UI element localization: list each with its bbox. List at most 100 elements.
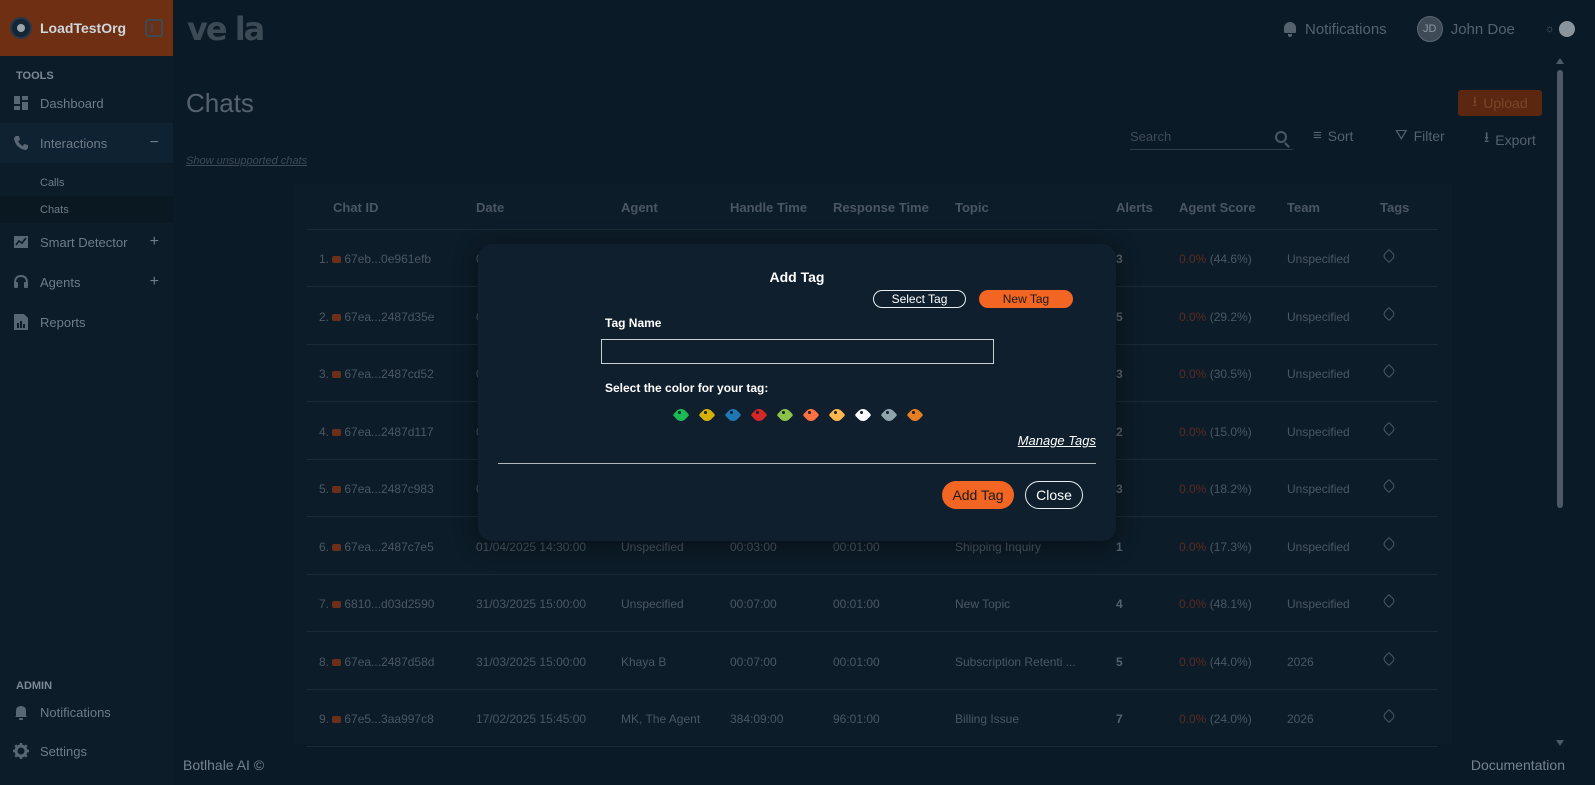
upload-button[interactable]: ⭳ Upload — [1458, 90, 1542, 116]
chat-icon — [332, 716, 342, 723]
table-row[interactable]: 7. 6810...d03d2590 31/03/2025 15:00:00 Uns… — [307, 575, 1438, 632]
table-row[interactable]: 9. 67e5...3aa997c8 17/02/2025 15:45:00 MK,… — [307, 690, 1438, 747]
handle-time-cell: 00:07:00 — [730, 597, 777, 611]
column-header[interactable]: Handle Time — [730, 200, 807, 215]
color-swatch-tag-icon[interactable] — [828, 406, 846, 424]
chat-id: 67eb...0e961efb — [344, 252, 432, 266]
tag-hole — [782, 411, 785, 414]
footer-copyright: Botlhale AI © — [183, 757, 265, 773]
sidebar-item-agents[interactable]: Agents + — [0, 262, 173, 302]
tag-icon — [672, 406, 690, 424]
column-header[interactable]: Team — [1287, 200, 1320, 215]
theme-toggle[interactable]: ☼ — [1545, 21, 1575, 37]
sidebar-item-smart-detector[interactable]: Smart Detector + — [0, 222, 173, 262]
handle-time-cell: 00:03:00 — [730, 539, 777, 554]
tag-icon[interactable] — [1381, 708, 1397, 724]
scroll-down-icon[interactable] — [1556, 740, 1564, 746]
column-header[interactable]: Agent — [621, 200, 658, 215]
tag-hole — [834, 411, 837, 414]
sidebar-subitem-chats[interactable]: Chats — [0, 196, 173, 223]
select-tag-button[interactable]: Select Tag — [873, 290, 966, 308]
tag-icon[interactable] — [1381, 536, 1397, 551]
expand-icon[interactable]: + — [150, 233, 159, 251]
sidebar-item-reports[interactable]: Reports — [0, 302, 173, 342]
column-header[interactable]: Response Time — [833, 200, 929, 215]
column-header[interactable]: Date — [476, 200, 504, 215]
page-scrollbar[interactable] — [1555, 58, 1565, 746]
tag-name-input[interactable] — [601, 339, 994, 364]
color-swatch-tag-icon[interactable] — [906, 406, 924, 424]
tags-cell[interactable] — [1381, 708, 1397, 724]
notifications-button[interactable]: Notifications — [1283, 21, 1387, 38]
org-switcher[interactable]: LoadTestOrg — [0, 0, 173, 56]
tags-cell[interactable] — [1381, 248, 1397, 264]
tags-cell[interactable] — [1381, 593, 1397, 609]
agent-score-cell: 0.0% (44.0%) — [1179, 655, 1252, 669]
expand-icon[interactable]: + — [150, 273, 159, 291]
export-button[interactable]: ⭳ Export — [1484, 127, 1536, 152]
column-header[interactable]: Agent Score — [1179, 200, 1256, 215]
search-input[interactable]: Search — [1130, 124, 1293, 150]
chat-id-cell[interactable]: 6. 67ea...2487c7e5 — [319, 540, 434, 554]
download-icon: ⭳ — [1484, 129, 1490, 146]
tags-cell[interactable] — [1381, 306, 1397, 322]
chat-id: 67e5...3aa997c8 — [344, 712, 434, 726]
new-tag-button[interactable]: New Tag — [979, 290, 1073, 308]
scroll-up-icon[interactable] — [1556, 58, 1564, 64]
filter-button[interactable]: ⛛ Filter — [1395, 127, 1445, 144]
chat-id-cell[interactable]: 9. 67e5...3aa997c8 — [319, 712, 434, 726]
tags-cell[interactable] — [1381, 363, 1397, 379]
user-menu[interactable]: JD John Doe — [1416, 16, 1515, 42]
color-swatch-tag-icon[interactable] — [698, 406, 716, 424]
scroll-thumb[interactable] — [1557, 70, 1563, 508]
color-swatch-tag-icon[interactable] — [672, 406, 690, 424]
chart-icon — [12, 233, 30, 251]
chat-id-cell[interactable]: 4. 67ea...2487d117 — [319, 425, 434, 439]
column-header[interactable]: Alerts — [1116, 200, 1153, 215]
sidebar-item-label: Agents — [40, 274, 81, 290]
color-swatch-tag-icon[interactable] — [880, 406, 898, 424]
tag-icon[interactable] — [1381, 248, 1397, 264]
date-cell: 01/04/2025 14:30:00 — [476, 539, 587, 554]
sidebar-item-dashboard[interactable]: Dashboard — [0, 83, 173, 123]
column-header[interactable]: Tags — [1380, 200, 1409, 215]
show-unsupported-link[interactable]: Show unsupported chats — [186, 155, 307, 167]
chat-id-cell[interactable]: 3. 67ea...2487cd52 — [319, 367, 434, 381]
tag-icon[interactable] — [1381, 478, 1397, 494]
chat-id-cell[interactable]: 1. 67eb...0e961efb — [319, 252, 431, 266]
sidebar-collapse-icon[interactable] — [145, 19, 163, 37]
tags-cell[interactable] — [1381, 651, 1397, 667]
chat-id-cell[interactable]: 2. 67ea...2487d35e — [319, 310, 434, 324]
tags-cell[interactable] — [1381, 536, 1397, 552]
tags-cell[interactable] — [1381, 421, 1397, 437]
color-swatch-tag-icon[interactable] — [854, 406, 872, 424]
color-swatch-tag-icon[interactable] — [802, 406, 820, 424]
sidebar-item-interactions[interactable]: Interactions − — [0, 123, 173, 163]
sidebar-subitem-calls[interactable]: Calls — [0, 169, 173, 196]
sort-button[interactable]: ≡ Sort — [1313, 127, 1353, 144]
add-tag-submit-button[interactable]: Add Tag — [942, 481, 1014, 509]
alerts-cell: 7 — [1116, 712, 1123, 726]
sidebar-item-settings[interactable]: Settings — [0, 731, 173, 771]
tag-icon[interactable] — [1381, 306, 1397, 321]
color-swatch-tag-icon[interactable] — [750, 406, 768, 424]
sidebar-item-notifications[interactable]: Notifications — [0, 692, 173, 732]
tag-icon[interactable] — [1381, 593, 1397, 609]
close-button[interactable]: Close — [1025, 481, 1083, 509]
tag-icon[interactable] — [1381, 421, 1397, 436]
tag-icon[interactable] — [1381, 651, 1397, 666]
documentation-link[interactable]: Documentation — [1471, 757, 1565, 773]
color-swatch-tag-icon[interactable] — [776, 406, 794, 424]
chat-id-cell[interactable]: 5. 67ea...2487c983 — [319, 482, 434, 496]
chat-id-cell[interactable]: 8. 67ea...2487d58d — [319, 655, 434, 669]
tag-icon[interactable] — [1381, 363, 1397, 379]
chat-id-cell[interactable]: 7. 6810...d03d2590 — [319, 597, 434, 611]
collapse-icon[interactable]: − — [150, 134, 159, 152]
agent-cell: Unspecified — [621, 597, 684, 611]
table-row[interactable]: 8. 67ea...2487d58d 31/03/2025 15:00:00 Kha… — [307, 633, 1438, 690]
color-swatch-tag-icon[interactable] — [724, 406, 742, 424]
tags-cell[interactable] — [1381, 478, 1397, 494]
manage-tags-link[interactable]: Manage Tags — [1018, 433, 1096, 448]
column-header[interactable]: Chat ID — [333, 200, 379, 215]
column-header[interactable]: Topic — [955, 200, 989, 215]
